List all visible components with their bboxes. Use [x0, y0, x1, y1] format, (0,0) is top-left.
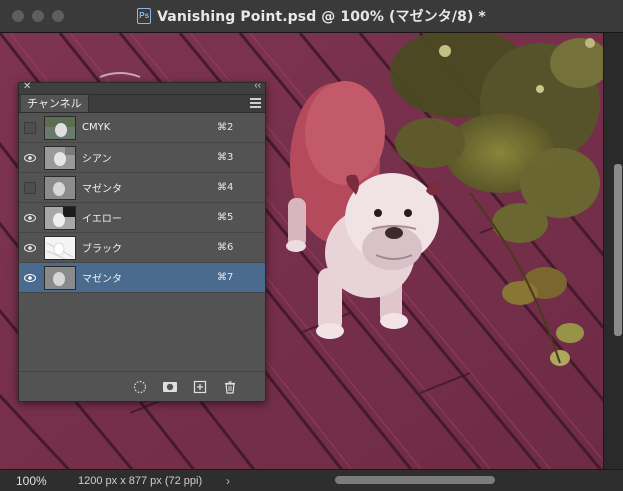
channel-name: マゼンタ: [82, 184, 122, 195]
zoom-level-field[interactable]: 100%: [0, 474, 78, 488]
channel-list: CMYK ⌘2 シアン ⌘3 マゼンタ ⌘4 イエロー ⌘5 ブラック ⌘6 マ…: [19, 113, 265, 293]
photoshop-document-window: Ps Vanishing Point.psd @ 100% (マゼンタ/8) *: [0, 0, 623, 491]
chevron-right-icon[interactable]: ›: [226, 474, 242, 488]
panel-close-icon[interactable]: ✕: [23, 81, 31, 92]
visibility-toggle[interactable]: [19, 173, 41, 202]
panel-menu-icon[interactable]: [250, 98, 261, 108]
tab-channels[interactable]: チャンネル: [21, 95, 89, 112]
mask-icon: [163, 381, 177, 392]
channel-name: シアン: [82, 154, 112, 165]
channel-shortcut: ⌘5: [217, 212, 234, 223]
channel-name: イエロー: [82, 214, 122, 225]
visibility-toggle[interactable]: [19, 113, 41, 142]
zoom-window-button[interactable]: [52, 10, 64, 22]
horizontal-scroll-thumb[interactable]: [335, 476, 495, 484]
title-wrap: Ps Vanishing Point.psd @ 100% (マゼンタ/8) *: [137, 6, 486, 26]
channels-panel: ✕ ‹‹ チャンネル CMYK ⌘2 シアン ⌘3 マゼンタ ⌘4 イエロー ⌘…: [18, 80, 266, 402]
vertical-scrollbar[interactable]: [603, 33, 623, 470]
close-window-button[interactable]: [12, 10, 24, 22]
minimize-window-button[interactable]: [32, 10, 44, 22]
channel-thumbnail: [44, 115, 76, 140]
dotted-circle-icon: [133, 380, 147, 393]
window-controls: [12, 10, 64, 22]
channel-shortcut: ⌘6: [217, 242, 234, 253]
visibility-toggle[interactable]: [19, 143, 41, 172]
channel-row-yellow[interactable]: イエロー ⌘5: [19, 203, 265, 233]
visibility-off-box: [24, 181, 36, 194]
visibility-toggle[interactable]: [19, 233, 41, 262]
channel-name: CMYK: [82, 122, 111, 133]
eye-icon: [24, 213, 36, 222]
channel-thumbnail: [44, 265, 76, 290]
status-bar: 100% 1200 px x 877 px (72 ppi) ›: [0, 469, 623, 491]
channel-row-black[interactable]: ブラック ⌘6: [19, 233, 265, 263]
visibility-toggle[interactable]: [19, 203, 41, 232]
channel-row-cyan[interactable]: シアン ⌘3: [19, 143, 265, 173]
visibility-toggle[interactable]: [19, 263, 41, 292]
channel-name: マゼンタ: [82, 274, 122, 285]
eye-icon: [24, 273, 36, 282]
panel-footer: [19, 371, 265, 401]
panel-header[interactable]: ✕ ‹‹: [19, 80, 265, 95]
channel-name: ブラック: [82, 244, 122, 255]
channel-row-magenta-selected[interactable]: マゼンタ ⌘7: [19, 263, 265, 293]
vertical-scroll-thumb[interactable]: [613, 163, 623, 337]
channel-thumbnail: [44, 205, 76, 230]
channel-shortcut: ⌘3: [217, 152, 234, 163]
channel-shortcut: ⌘2: [217, 122, 234, 133]
channel-row-cmyk[interactable]: CMYK ⌘2: [19, 113, 265, 143]
new-channel-button[interactable]: [191, 378, 209, 396]
psd-file-icon: Ps: [137, 8, 152, 24]
visibility-off-box: [24, 121, 36, 134]
panel-tab-bar: チャンネル: [19, 95, 265, 113]
channel-thumbnail: [44, 145, 76, 170]
delete-channel-button[interactable]: [221, 378, 239, 396]
channel-shortcut: ⌘4: [217, 182, 234, 193]
trash-icon: [225, 380, 235, 394]
channel-shortcut: ⌘7: [217, 272, 234, 283]
eye-icon: [24, 153, 36, 162]
window-title: Vanishing Point.psd @ 100% (マゼンタ/8) *: [157, 9, 486, 25]
title-bar[interactable]: Ps Vanishing Point.psd @ 100% (マゼンタ/8) *: [0, 0, 623, 33]
plus-square-icon: [193, 380, 207, 393]
load-selection-button[interactable]: [131, 378, 149, 396]
channel-row-magenta[interactable]: マゼンタ ⌘4: [19, 173, 265, 203]
document-info: 1200 px x 877 px (72 ppi): [78, 474, 203, 487]
save-selection-as-channel-button[interactable]: [161, 378, 179, 396]
panel-collapse-icon[interactable]: ‹‹: [254, 80, 261, 91]
channel-thumbnail: [44, 175, 76, 200]
eye-icon: [24, 243, 36, 252]
channel-thumbnail: [44, 235, 76, 260]
